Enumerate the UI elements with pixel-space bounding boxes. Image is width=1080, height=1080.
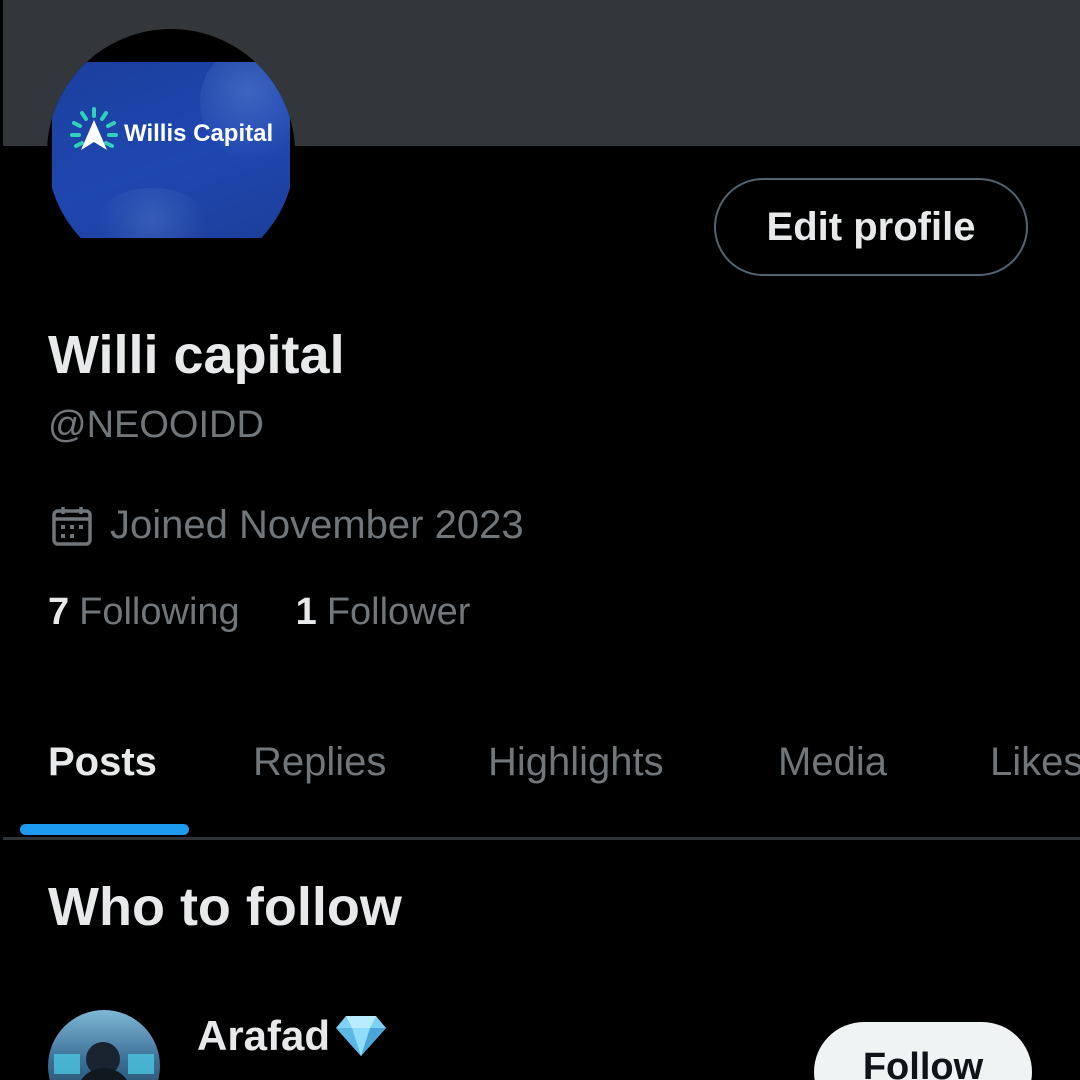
following-label: Following [79, 591, 240, 633]
suggested-user-avatar[interactable] [48, 1010, 160, 1080]
diamond-icon [336, 1016, 387, 1056]
tab-highlights[interactable]: Highlights [488, 740, 664, 785]
joined-date: Joined November 2023 [50, 503, 524, 548]
display-name: Willi capital [48, 325, 345, 385]
avatar-image: Willis Capital [52, 62, 290, 238]
following-link[interactable]: 7 Following [48, 591, 240, 634]
willis-capital-logo-icon [70, 107, 118, 150]
following-count: 7 [48, 591, 70, 633]
followers-link[interactable]: 1 Follower [296, 591, 471, 634]
edit-profile-button[interactable]: Edit profile [714, 178, 1028, 276]
joined-text: Joined November 2023 [110, 503, 524, 547]
globe-graphic-secondary [92, 188, 212, 238]
who-to-follow-title: Who to follow [48, 877, 402, 937]
suggested-user-name[interactable]: Arafad [197, 1012, 388, 1060]
follow-button[interactable]: Follow [814, 1022, 1032, 1080]
tab-replies[interactable]: Replies [253, 740, 386, 785]
followers-label: Follower [326, 591, 471, 633]
suggested-user-name-text: Arafad [197, 1012, 331, 1059]
tab-media[interactable]: Media [778, 740, 887, 785]
profile-page: Willis Capital Edit profile Willi capita… [0, 0, 1080, 1080]
tabs-divider [3, 837, 1080, 840]
avatar-monitor-right [128, 1054, 154, 1074]
profile-avatar[interactable]: Willis Capital [47, 29, 295, 277]
profile-tabs: Posts Replies Highlights Media Likes [0, 720, 1080, 840]
calendar-icon [52, 506, 92, 546]
active-tab-indicator [20, 824, 189, 835]
avatar-person-body [76, 1068, 132, 1080]
user-handle: @NEOOIDD [48, 404, 264, 446]
followers-count: 1 [295, 591, 317, 633]
tab-likes[interactable]: Likes [990, 740, 1080, 785]
avatar-logo-text: Willis Capital [124, 120, 274, 147]
follow-stats: 7 Following 1 Follower [48, 591, 526, 634]
tab-posts[interactable]: Posts [48, 740, 157, 785]
avatar-monitor-left [54, 1054, 80, 1074]
